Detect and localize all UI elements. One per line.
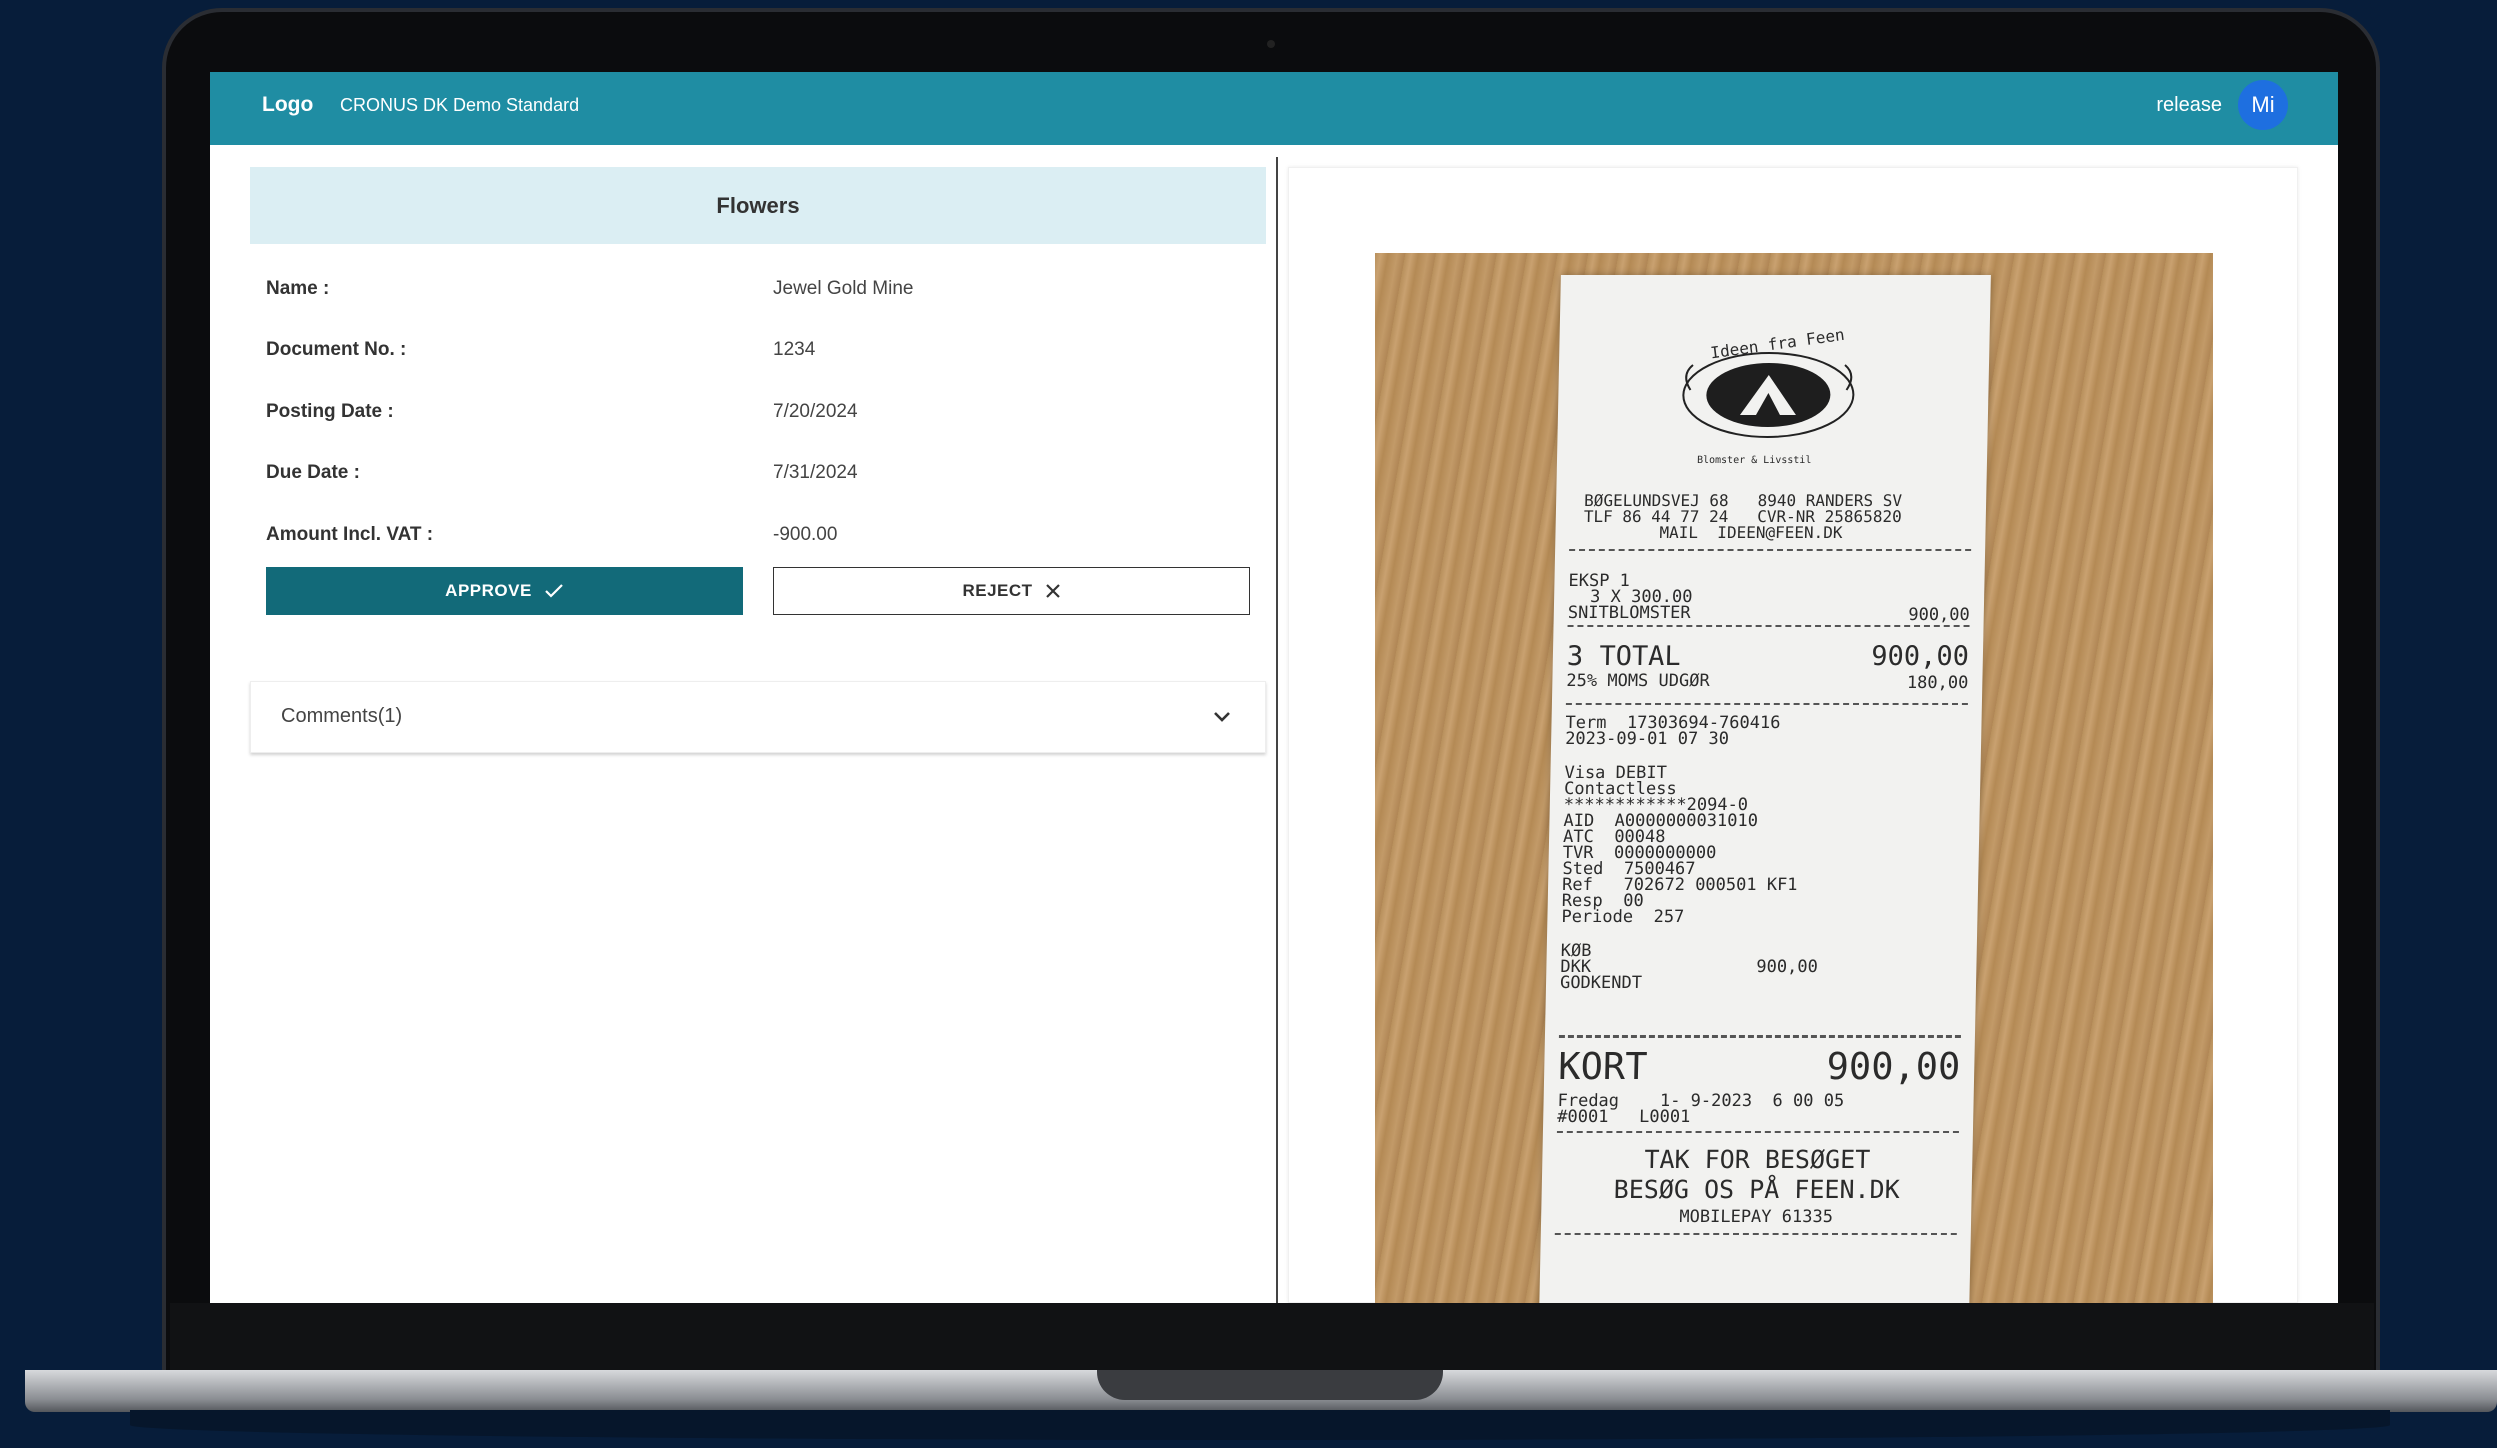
field-row-due-date: Due Date : 7/31/2024 (266, 443, 1250, 505)
receipt-item-amount: 900,00 (1908, 605, 1970, 625)
field-value: -900.00 (773, 523, 838, 545)
environment-label: release (2156, 94, 2222, 116)
panel-divider[interactable] (1276, 157, 1278, 1303)
camera-icon (1267, 40, 1275, 48)
receipt-address-3: MAIL IDEEN@FEEN.DK (1659, 523, 1843, 542)
receipt-separator (1554, 1233, 1957, 1235)
comments-accordion[interactable]: Comments(1) (250, 680, 1266, 753)
laptop-notch (1097, 1370, 1443, 1400)
field-label: Document No. : (266, 339, 407, 361)
app-screen: Logo CRONUS DK Demo Standard release Mi … (210, 72, 2338, 1303)
receipt-separator (1556, 1131, 1959, 1133)
field-row-amount: Amount Incl. VAT : -900.00 (266, 504, 1250, 566)
reject-button[interactable]: REJECT (773, 566, 1250, 615)
receipt-paper: Ideen fra Feen Blomster & Livsstil BØGEL… (1539, 275, 1991, 1303)
receipt-separator (1567, 625, 1970, 627)
company-name: CRONUS DK Demo Standard (340, 95, 580, 115)
laptop-bezel (170, 1303, 2374, 1373)
field-row-name: Name : Jewel Gold Mine (266, 258, 1250, 320)
app-logo[interactable]: Logo (262, 93, 313, 117)
field-label: Name : (266, 277, 330, 299)
receipt-separator (1565, 703, 1968, 705)
document-fields: Name : Jewel Gold Mine Document No. : 12… (250, 244, 1266, 566)
chevron-down-icon[interactable] (1213, 711, 1231, 723)
receipt-dkk-amount: 900,00 (1756, 957, 1819, 977)
receipt-godkendt: GODKENDT (1559, 973, 1643, 993)
field-value: 1234 (773, 339, 816, 361)
field-row-document-no: Document No. : 1234 (266, 320, 1250, 382)
receipt-photo: Ideen fra Feen Blomster & Livsstil BØGEL… (1375, 253, 2213, 1303)
check-icon (545, 583, 563, 598)
receipt-vat-amount: 180,00 (1906, 673, 1969, 693)
field-value: 7/20/2024 (773, 400, 858, 422)
approve-label: APPROVE (445, 580, 532, 600)
receipt-periode: Periode 257 (1561, 907, 1685, 927)
comments-label: Comments(1) (281, 705, 403, 727)
receipt-datetime: 2023-09-01 07 30 (1564, 729, 1730, 749)
approve-button[interactable]: APPROVE (266, 566, 743, 615)
receipt-mobilepay: MOBILEPAY 61335 (1679, 1207, 1834, 1227)
top-bar: Logo CRONUS DK Demo Standard release Mi (210, 72, 2338, 145)
receipt-separator (1569, 549, 1972, 551)
document-title: Flowers (250, 167, 1266, 244)
receipt-thanks-2: BESØG OS PÅ FEEN.DK (1613, 1175, 1901, 1204)
user-avatar[interactable]: Mi (2238, 80, 2288, 130)
field-value: Jewel Gold Mine (773, 277, 914, 299)
field-label: Due Date : (266, 462, 360, 484)
field-label: Amount Incl. VAT : (266, 523, 434, 545)
document-panel: Flowers Name : Jewel Gold Mine Document … (250, 167, 1266, 753)
reject-label: REJECT (962, 580, 1033, 600)
action-buttons: APPROVE REJECT (250, 566, 1266, 615)
laptop-shadow (130, 1410, 2390, 1440)
receipt-footer-id: #0001 L0001 (1557, 1107, 1691, 1127)
receipt-kort-amount: 900,00 (1826, 1045, 1961, 1088)
field-value: 7/31/2024 (773, 462, 858, 484)
field-label: Posting Date : (266, 400, 394, 422)
shop-logo-subtext: Blomster & Livsstil (1696, 455, 1812, 466)
receipt-total-amount: 900,00 (1871, 641, 1970, 672)
field-row-posting-date: Posting Date : 7/20/2024 (266, 381, 1250, 443)
receipt-thanks-1: TAK FOR BESØGET (1644, 1145, 1871, 1174)
receipt-separator (1558, 1035, 1961, 1038)
attachment-preview-panel: Ideen fra Feen Blomster & Livsstil BØGEL… (1288, 167, 2298, 1303)
close-icon (1045, 583, 1060, 598)
